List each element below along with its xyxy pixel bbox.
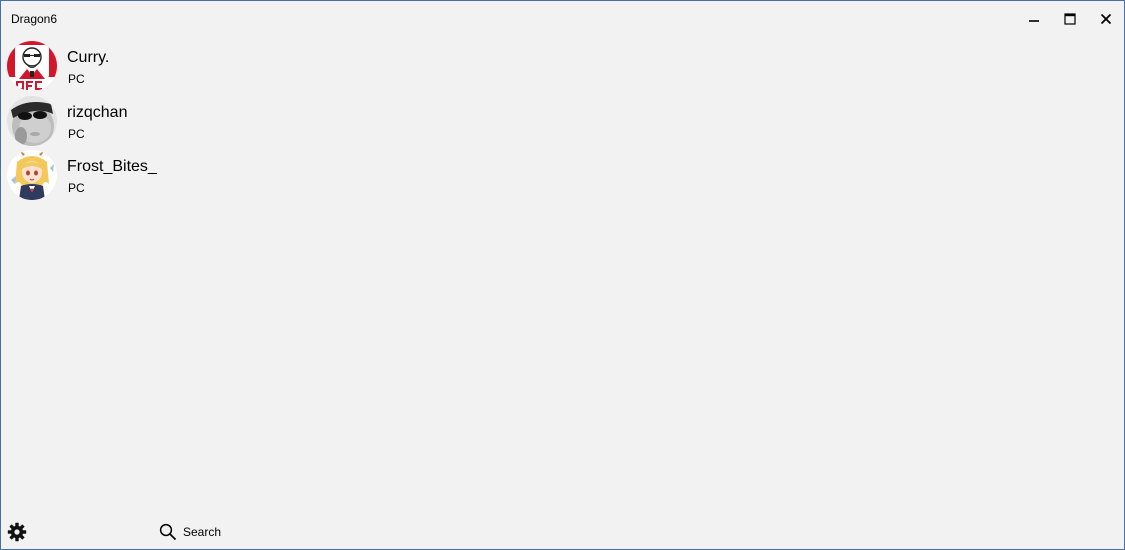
title-bar[interactable]: Dragon6 bbox=[1, 1, 1124, 37]
settings-button[interactable] bbox=[5, 520, 29, 544]
minimize-button[interactable] bbox=[1016, 1, 1052, 37]
contact-platform: PC bbox=[68, 181, 85, 195]
close-button[interactable] bbox=[1088, 1, 1124, 37]
search-label: Search bbox=[183, 525, 222, 539]
maximize-icon bbox=[1064, 13, 1076, 25]
avatar bbox=[7, 41, 57, 91]
kfc-colonel-logo bbox=[7, 41, 57, 91]
search-icon bbox=[159, 523, 177, 541]
bottom-bar: Search bbox=[1, 515, 1124, 549]
contact-item[interactable]: Curry. PC bbox=[1, 39, 601, 94]
contact-platform: PC bbox=[68, 72, 85, 86]
contact-name: Curry. bbox=[67, 49, 110, 66]
contact-name: Frost_Bites_ bbox=[67, 158, 157, 175]
app-title: Dragon6 bbox=[11, 12, 58, 26]
search-button[interactable]: Search bbox=[159, 521, 221, 543]
maximize-button[interactable] bbox=[1052, 1, 1088, 37]
contact-list: Curry. PC rizqchan PC Frost_Bites_ PC bbox=[1, 39, 601, 203]
minimize-icon bbox=[1029, 20, 1039, 22]
app-window: Dragon6 Curry. PC rizqchan PC Frost_Bite… bbox=[0, 0, 1125, 550]
grayscale-face-photo bbox=[7, 95, 57, 146]
contact-item[interactable]: Frost_Bites_ PC bbox=[1, 148, 601, 203]
contact-item[interactable]: rizqchan PC bbox=[1, 94, 601, 149]
contact-name: rizqchan bbox=[67, 103, 128, 121]
gear-icon bbox=[7, 522, 27, 542]
anime-dragon-girl bbox=[7, 150, 57, 200]
avatar bbox=[7, 95, 57, 146]
contact-platform: PC bbox=[68, 126, 85, 141]
close-icon bbox=[1100, 13, 1112, 25]
avatar bbox=[7, 150, 57, 200]
